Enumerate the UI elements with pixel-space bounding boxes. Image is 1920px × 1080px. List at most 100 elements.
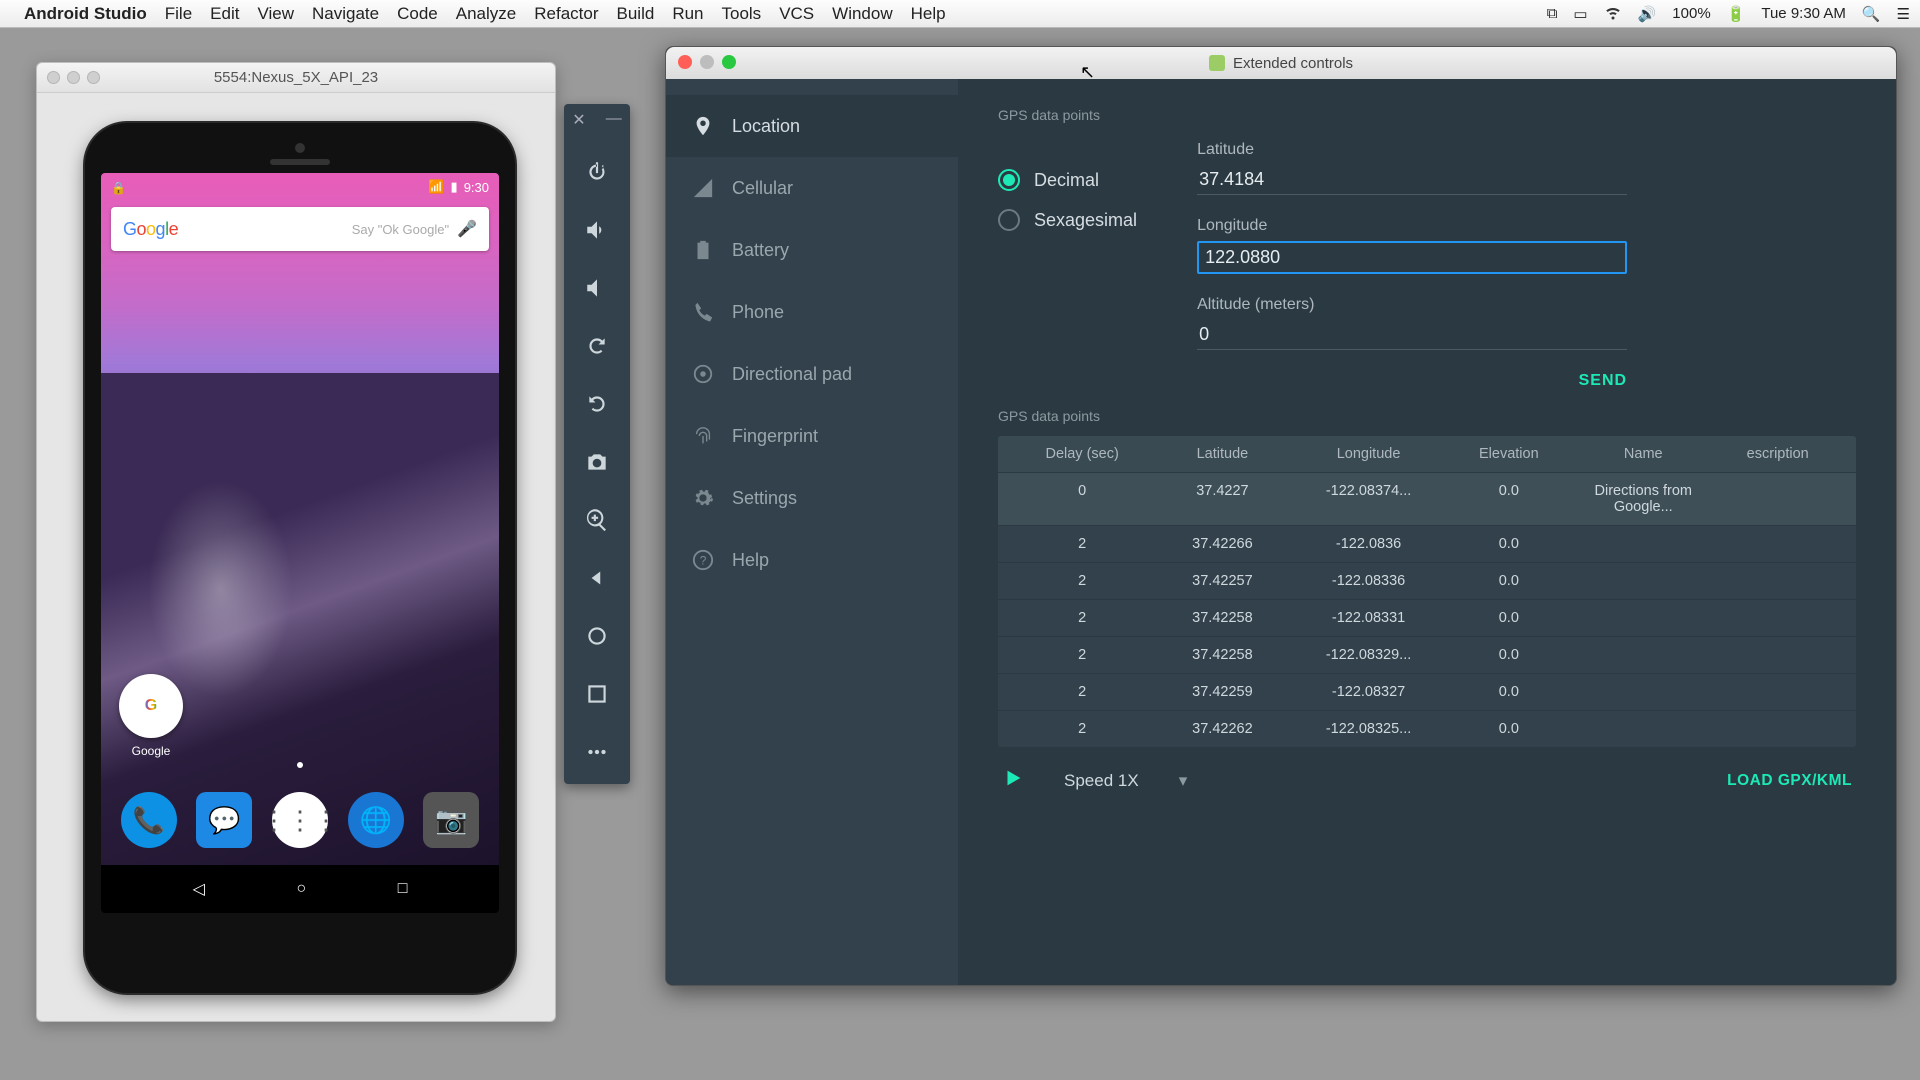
browser-app-icon[interactable]: 🌐 <box>348 792 404 848</box>
category-battery[interactable]: Battery <box>666 219 958 281</box>
wifi-icon[interactable] <box>1604 3 1622 25</box>
window-traffic-lights[interactable] <box>678 55 736 69</box>
play-button[interactable] <box>1002 767 1024 794</box>
emulator-title: 5554:Nexus_5X_API_23 <box>214 69 378 86</box>
clock[interactable]: Tue 9:30 AM <box>1761 5 1846 22</box>
menu-window[interactable]: Window <box>832 4 892 24</box>
app-drawer-icon[interactable]: ⋮⋮⋮ <box>272 792 328 848</box>
camera-icon[interactable] <box>577 436 617 488</box>
speed-selector[interactable]: Speed 1X▾ <box>1064 771 1187 791</box>
category-sidebar: Location Cellular Battery Phone Directio… <box>666 79 958 985</box>
volume-icon[interactable]: 🔊 <box>1638 5 1657 23</box>
table-row[interactable]: 237.42262-122.08325...0.0 <box>998 710 1856 747</box>
lock-icon: 🔒 <box>111 181 126 195</box>
search-hint: Say "Ok Google" <box>178 222 449 237</box>
category-location[interactable]: Location <box>666 95 958 157</box>
table-row[interactable]: 037.4227-122.08374...0.0Directions from … <box>998 472 1856 525</box>
menu-build[interactable]: Build <box>617 4 655 24</box>
emulator-titlebar: 5554:Nexus_5X_API_23 <box>37 63 555 93</box>
overview-icon[interactable] <box>577 668 617 720</box>
table-row[interactable]: 237.42266-122.08360.0 <box>998 525 1856 562</box>
messages-app-icon[interactable]: 💬 <box>196 792 252 848</box>
table-header: Delay (sec)LatitudeLongitudeElevationNam… <box>998 436 1856 472</box>
battery-icon: ▮ <box>451 179 458 195</box>
camera-app-icon[interactable]: 📷 <box>423 792 479 848</box>
rotate-left-icon[interactable] <box>577 320 617 372</box>
gps-table-label: GPS data points <box>998 408 1856 424</box>
power-icon[interactable] <box>577 146 617 198</box>
spotlight-icon[interactable]: 🔍 <box>1862 5 1881 23</box>
latitude-input[interactable] <box>1197 165 1627 195</box>
more-icon[interactable] <box>577 726 617 778</box>
playback-bar: Speed 1X▾ LOAD GPX/KML <box>998 761 1856 800</box>
menu-edit[interactable]: Edit <box>210 4 239 24</box>
notification-center-icon[interactable]: ☰ <box>1897 5 1910 23</box>
chevron-down-icon: ▾ <box>1179 771 1188 791</box>
table-row[interactable]: 237.42258-122.08329...0.0 <box>998 636 1856 673</box>
extended-controls-titlebar[interactable]: Extended controls <box>666 47 1896 79</box>
menu-view[interactable]: View <box>257 4 294 24</box>
google-search-bar[interactable]: Google Say "Ok Google" 🎤 <box>111 207 489 251</box>
volume-up-icon[interactable] <box>577 204 617 256</box>
table-row[interactable]: 237.42259-122.083270.0 <box>998 673 1856 710</box>
airplay-icon[interactable]: ▭ <box>1573 5 1587 23</box>
extended-controls-window: Extended controls Location Cellular Batt… <box>665 46 1897 986</box>
emulator-toolbar: ✕ — <box>564 104 630 784</box>
latitude-label: Latitude <box>1197 141 1627 159</box>
coord-format-group: Decimal Sexagesimal <box>998 141 1137 390</box>
longitude-input[interactable] <box>1197 241 1627 274</box>
toolbar-close-icon[interactable]: ✕ <box>572 110 585 130</box>
battery-icon: 🔋 <box>1727 5 1746 23</box>
location-panel: GPS data points Decimal Sexagesimal Lati… <box>958 79 1896 985</box>
category-cellular[interactable]: Cellular <box>666 157 958 219</box>
menu-navigate[interactable]: Navigate <box>312 4 379 24</box>
radio-decimal[interactable]: Decimal <box>998 169 1137 191</box>
back-button[interactable]: ◁ <box>193 879 205 899</box>
back-icon[interactable] <box>577 552 617 604</box>
device-screen[interactable]: 🔒 📶 ▮ 9:30 Google Say "Ok Google" 🎤 G Go… <box>101 173 499 913</box>
phone-app-icon[interactable]: 📞 <box>121 792 177 848</box>
zoom-icon[interactable] <box>577 494 617 546</box>
table-row[interactable]: 237.42257-122.083360.0 <box>998 562 1856 599</box>
extended-controls-app-icon <box>1209 55 1225 71</box>
category-help[interactable]: ?Help <box>666 529 958 591</box>
menu-analyze[interactable]: Analyze <box>456 4 516 24</box>
home-icon[interactable] <box>577 610 617 662</box>
volume-down-icon[interactable] <box>577 262 617 314</box>
window-controls[interactable] <box>47 71 100 84</box>
app-name[interactable]: Android Studio <box>24 4 147 24</box>
gps-data-table: Delay (sec)LatitudeLongitudeElevationNam… <box>998 436 1856 747</box>
extended-controls-title: Extended controls <box>1233 55 1353 72</box>
longitude-label: Longitude <box>1197 217 1627 235</box>
macos-menubar: Android Studio File Edit View Navigate C… <box>0 0 1920 28</box>
menu-vcs[interactable]: VCS <box>779 4 814 24</box>
toolbar-minimize-icon[interactable]: — <box>606 110 622 130</box>
send-button[interactable]: SEND <box>1579 372 1627 390</box>
category-fingerprint[interactable]: Fingerprint <box>666 405 958 467</box>
altitude-label: Altitude (meters) <box>1197 296 1627 314</box>
emulator-window: 5554:Nexus_5X_API_23 🔒 📶 ▮ 9:30 Google S… <box>36 62 556 1022</box>
load-gpx-button[interactable]: LOAD GPX/KML <box>1727 772 1852 790</box>
category-settings[interactable]: Settings <box>666 467 958 529</box>
menu-refactor[interactable]: Refactor <box>534 4 598 24</box>
category-dpad[interactable]: Directional pad <box>666 343 958 405</box>
radio-sexagesimal[interactable]: Sexagesimal <box>998 209 1137 231</box>
menu-tools[interactable]: Tools <box>722 4 762 24</box>
mic-icon[interactable]: 🎤 <box>457 219 477 239</box>
google-app-icon[interactable]: G <box>119 674 183 738</box>
menu-run[interactable]: Run <box>672 4 703 24</box>
category-phone[interactable]: Phone <box>666 281 958 343</box>
battery-percent: 100% <box>1672 5 1710 22</box>
menu-help[interactable]: Help <box>911 4 946 24</box>
table-row[interactable]: 237.42258-122.083310.0 <box>998 599 1856 636</box>
altitude-input[interactable] <box>1197 320 1627 350</box>
page-indicator <box>297 762 303 768</box>
android-navbar: ◁ ○ □ <box>101 865 499 913</box>
overview-button[interactable]: □ <box>398 880 408 898</box>
rotate-right-icon[interactable] <box>577 378 617 430</box>
menu-code[interactable]: Code <box>397 4 438 24</box>
screenshare-icon[interactable]: ⧉ <box>1547 5 1558 22</box>
menu-file[interactable]: File <box>165 4 192 24</box>
home-button[interactable]: ○ <box>296 880 306 898</box>
google-logo: Google <box>123 219 178 240</box>
